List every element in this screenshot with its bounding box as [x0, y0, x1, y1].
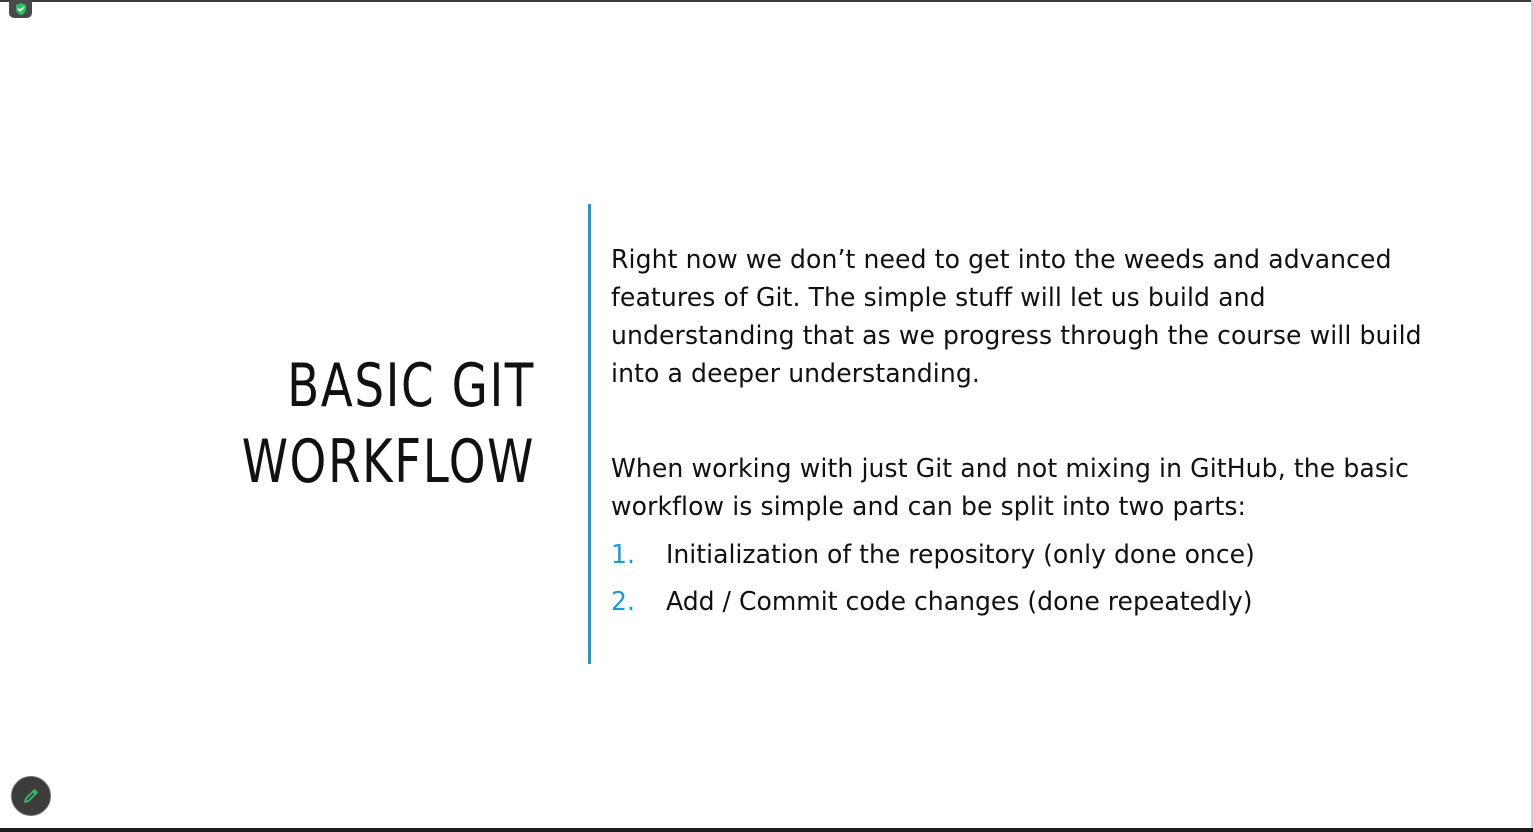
workflow-steps-list: 1. Initialization of the repository (onl…	[611, 536, 1516, 630]
list-item: 1. Initialization of the repository (onl…	[611, 536, 1484, 583]
window-bottom-border	[0, 828, 1533, 832]
slide-title-line-1: BASIC GIT	[287, 351, 535, 421]
window-top-border	[0, 0, 1533, 2]
intro-line-4: into a deeper understanding.	[611, 359, 980, 389]
workflow-line-1: When working with just Git and not mixin…	[611, 454, 1410, 484]
pen-tool-button[interactable]	[11, 776, 51, 816]
list-item-number: 1.	[611, 540, 635, 570]
list-item: 2. Add / Commit code changes (done repea…	[611, 583, 1484, 630]
list-item-text: Add / Commit code changes (done repeated…	[666, 587, 1253, 617]
intro-paragraph: Right now we don’t need to get into the …	[611, 241, 1484, 393]
slide-title-line-2: WORKFLOW	[241, 427, 535, 497]
accent-divider	[588, 204, 591, 664]
slide-body: Right now we don’t need to get into the …	[611, 241, 1516, 630]
workflow-paragraph: When working with just Git and not mixin…	[611, 450, 1484, 526]
slide-title: BASIC GIT WORKFLOW	[242, 348, 535, 500]
intro-line-2: features of Git. The simple stuff will l…	[611, 283, 1266, 313]
intro-line-3: understanding that as we progress throug…	[611, 321, 1422, 351]
shield-check-icon	[15, 3, 26, 15]
list-item-text: Initialization of the repository (only d…	[666, 540, 1255, 570]
workflow-line-2: workflow is simple and can be split into…	[611, 492, 1247, 522]
slide-viewer: BASIC GIT WORKFLOW Right now we don’t ne…	[0, 0, 1533, 832]
pen-icon	[24, 789, 38, 803]
security-badge[interactable]	[9, 0, 32, 18]
intro-line-1: Right now we don’t need to get into the …	[611, 245, 1392, 275]
list-item-number: 2.	[611, 587, 635, 617]
